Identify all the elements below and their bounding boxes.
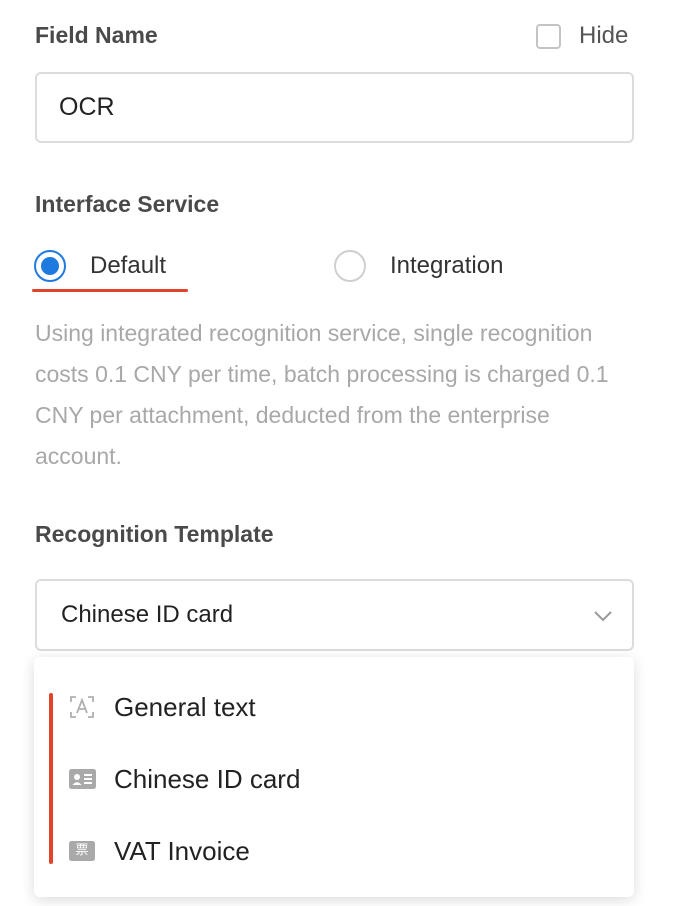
radio-integration-label: Integration <box>390 252 504 279</box>
service-description: Using integrated recognition service, si… <box>35 320 609 469</box>
radio-default-label: Default <box>90 252 167 279</box>
annotation-underline <box>32 289 188 292</box>
field-name-input[interactable] <box>35 72 634 143</box>
recognition-template-dropdown: General text Chinese ID card 票 VAT Invoi… <box>34 657 634 897</box>
radio-integration-button[interactable] <box>334 250 366 282</box>
chevron-down-icon[interactable] <box>592 605 614 632</box>
invoice-icon: 票 <box>69 841 95 861</box>
interface-service-label: Interface Service <box>35 191 220 217</box>
hide-checkbox[interactable] <box>536 23 561 49</box>
invoice-glyph: 票 <box>75 843 89 858</box>
radio-default-button[interactable] <box>34 250 66 282</box>
radio-integration[interactable]: Integration <box>334 250 503 282</box>
text-scan-icon <box>69 696 95 718</box>
hide-toggle[interactable]: Hide <box>536 22 628 50</box>
option-vat-invoice[interactable]: 票 VAT Invoice <box>34 821 634 881</box>
option-chinese-id-card[interactable]: Chinese ID card <box>34 749 634 809</box>
field-settings-panel: Field Name Hide Interface Service Defaul… <box>0 0 678 906</box>
hide-label: Hide <box>579 22 629 49</box>
option-label: Chinese ID card <box>114 763 301 794</box>
id-card-icon <box>69 769 96 789</box>
radio-default[interactable]: Default <box>34 250 166 282</box>
field-name-label: Field Name <box>35 22 158 48</box>
option-general-text[interactable]: General text <box>34 677 634 737</box>
recognition-template-value: Chinese ID card <box>61 601 234 628</box>
option-label: General text <box>114 691 256 722</box>
option-label: VAT Invoice <box>114 835 250 866</box>
recognition-template-label: Recognition Template <box>35 521 274 547</box>
recognition-template-select[interactable]: Chinese ID card <box>35 579 634 651</box>
